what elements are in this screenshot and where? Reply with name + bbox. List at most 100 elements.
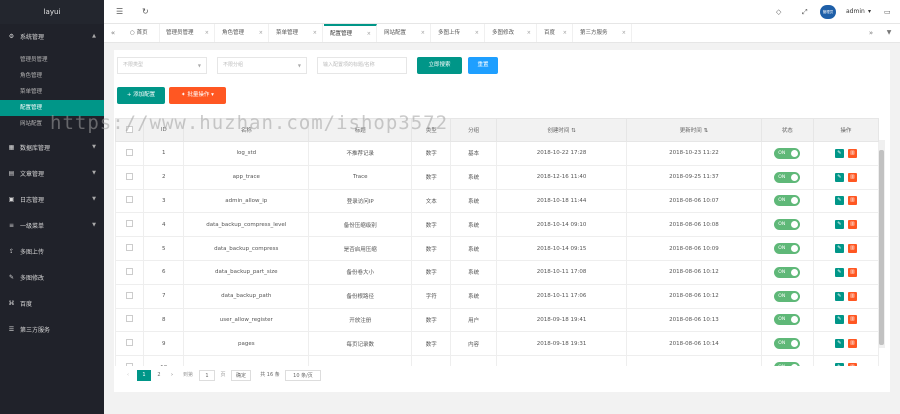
checkbox[interactable] [126,148,134,156]
sidebar-item-admins[interactable]: 管理员管理 [0,52,104,68]
close-icon[interactable]: × [205,24,209,42]
close-icon[interactable]: × [421,24,425,42]
trash-icon[interactable]: ▥ [847,363,857,366]
page-1-button[interactable]: 1 [137,370,151,381]
checkbox[interactable] [126,244,134,252]
per-page-select[interactable]: 10 条/页 [285,370,321,381]
table-row[interactable]: 10 ON ✎▥ [115,355,879,366]
hamburger-icon[interactable]: ☰ [116,7,123,17]
sidebar-item-menus[interactable]: 菜单管理 [0,84,104,100]
goto-page-input[interactable]: 1 [199,370,215,381]
status-toggle[interactable]: ON [774,266,801,278]
edit-icon[interactable]: ✎ [834,244,844,254]
tab-admins[interactable]: 管理员管理 × [160,24,215,42]
fullscreen-icon[interactable]: ⤢ [802,7,808,17]
tab-third-party[interactable]: 第三方服务 × [574,24,632,42]
checkbox[interactable] [126,220,134,228]
checkbox[interactable] [126,339,134,347]
row-checkbox-cell[interactable] [115,164,145,190]
batch-actions-button[interactable]: ✦ 批量操作 ▾ [169,87,226,104]
close-icon[interactable]: × [622,24,626,42]
table-row[interactable]: 4 data_backup_compress_level 备份压缩级别 数字 系统 201… [115,212,879,238]
status-toggle[interactable]: ON [774,314,801,326]
edit-icon[interactable]: ✎ [834,148,844,158]
row-checkbox-cell[interactable] [115,283,145,309]
checkbox[interactable] [126,315,134,323]
sidebar-group-logs[interactable]: ▣ 日志管理 ▼ [0,188,104,210]
trash-icon[interactable]: ▥ [847,267,857,277]
sidebar-group-level1[interactable]: ≡ 一级菜单 ▼ [0,214,104,236]
trash-icon[interactable]: ▥ [847,172,857,182]
edit-icon[interactable]: ✎ [834,339,844,349]
close-icon[interactable]: × [313,24,317,42]
add-config-button[interactable]: + 添加配置 [117,87,165,104]
row-checkbox-cell[interactable] [115,259,145,285]
status-toggle[interactable]: ON [774,338,801,350]
sidebar-group-multi-upload[interactable]: ⇪ 多图上传 [0,240,104,262]
close-icon[interactable]: × [367,26,371,42]
status-toggle[interactable]: ON [774,290,801,302]
tab-menus[interactable]: 菜单管理 × [270,24,323,42]
tab-multi-edit[interactable]: 多图修改 × [486,24,537,42]
search-button[interactable]: 立即搜索 [417,57,462,74]
sidebar-group-multi-edit[interactable]: ✎ 多图修改 [0,266,104,288]
page-2-button[interactable]: 2 [153,370,165,381]
tab-home[interactable]: ○ 首页 [124,24,160,42]
double-chevron-left-icon[interactable]: « [104,24,122,42]
close-icon[interactable]: × [527,24,531,42]
status-toggle[interactable]: ON [774,362,801,366]
close-icon[interactable]: × [563,24,567,42]
tab-config[interactable]: 配置管理 × [324,24,377,42]
user-name[interactable]: admin [846,8,865,15]
type-select[interactable]: 不限类型 ▼ [117,57,207,74]
row-checkbox-cell[interactable] [115,188,145,214]
status-toggle[interactable]: ON [774,195,801,207]
sidebar-group-baidu[interactable]: ⌘ 百度 [0,292,104,314]
trash-icon[interactable]: ▥ [847,244,857,254]
edit-icon[interactable]: ✎ [834,267,844,277]
status-toggle[interactable]: ON [774,171,801,183]
table-row[interactable]: 2 app_trace Trace 数字 系统 2018-12-16 11:40 2018-… [115,164,879,190]
status-toggle[interactable]: ON [774,219,801,231]
trash-icon[interactable]: ▥ [847,220,857,230]
table-row[interactable]: 6 data_backup_part_size 备份卷大小 数字 系统 2018-10-1… [115,259,879,285]
message-icon[interactable]: ▭ [884,7,891,17]
table-row[interactable]: 3 admin_allow_ip 登录访问IP 文本 系统 2018-10-18 11:4… [115,188,879,214]
status-toggle[interactable]: ON [774,147,801,159]
sidebar-group-database[interactable]: ▦ 数据库管理 ▼ [0,136,104,158]
trash-icon[interactable]: ▥ [847,291,857,301]
sidebar-group-system[interactable]: ⚙ 系统管理 ▲ [0,25,104,47]
search-input[interactable]: 输入配置项的标题/名称 [317,57,407,74]
table-row[interactable]: 5 data_backup_compress 是否启用压缩 数字 系统 2018-10-1… [115,236,879,261]
tab-roles[interactable]: 角色管理 × [216,24,269,42]
group-select[interactable]: 不限分组 ▼ [217,57,307,74]
sort-icon[interactable]: ⇅ [704,128,709,134]
edit-icon[interactable]: ✎ [834,363,844,366]
edit-icon[interactable]: ✎ [834,315,844,325]
sort-icon[interactable]: ⇅ [571,128,576,134]
edit-icon[interactable]: ✎ [834,291,844,301]
column-header-created[interactable]: 创建时间 ⇅ [495,118,628,142]
tag-icon[interactable]: ◇ [776,7,781,17]
chevron-down-icon[interactable]: ▼ [880,24,898,42]
edit-icon[interactable]: ✎ [834,196,844,206]
sidebar-item-roles[interactable]: 角色管理 [0,68,104,84]
refresh-icon[interactable]: ↻ [142,7,149,17]
checkbox[interactable] [126,363,134,366]
tab-baidu[interactable]: 百度 × [538,24,573,42]
checkbox[interactable] [126,196,134,204]
tab-multi-upload[interactable]: 多图上传 × [432,24,485,42]
status-toggle[interactable]: ON [774,243,801,255]
row-checkbox-cell[interactable] [115,355,145,366]
table-scrollbar-thumb[interactable] [879,150,884,345]
checkbox[interactable] [126,267,134,275]
tab-site-config[interactable]: 网站配置 × [378,24,431,42]
trash-icon[interactable]: ▥ [847,339,857,349]
edit-icon[interactable]: ✎ [834,220,844,230]
next-page-icon[interactable]: › [167,370,177,381]
checkbox[interactable] [126,291,134,299]
row-checkbox-cell[interactable] [115,212,145,238]
table-row[interactable]: 8 user_allow_register 开放注册 数字 用户 2018-09-18 1… [115,307,879,333]
edit-icon[interactable]: ✎ [834,172,844,182]
sidebar-group-third-party[interactable]: ☰ 第三方服务 [0,318,104,340]
